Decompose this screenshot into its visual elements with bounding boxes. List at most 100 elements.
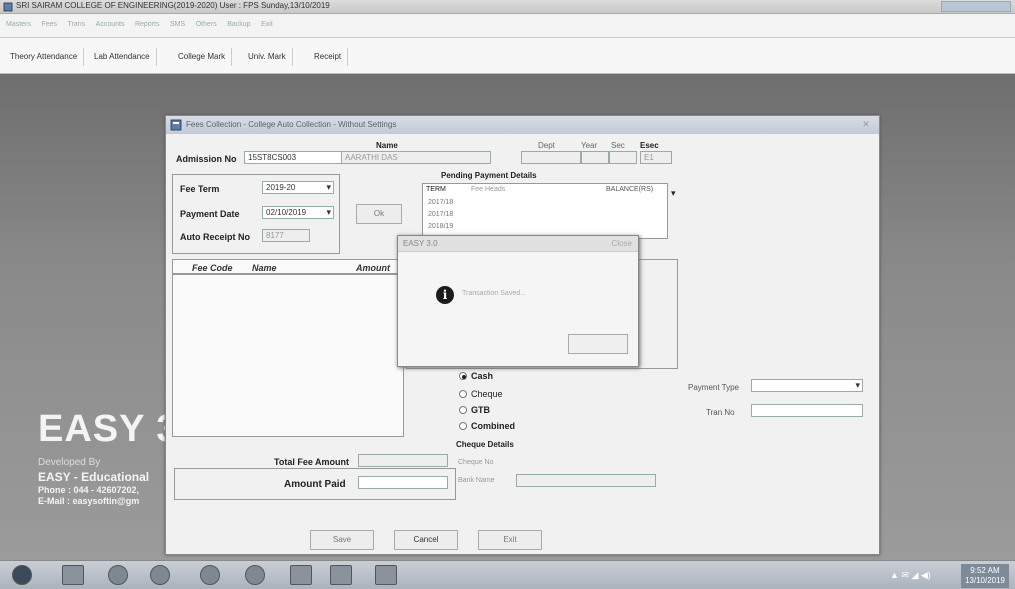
sec-field[interactable] [609,151,637,164]
dept-label: Dept [538,141,555,150]
taskbar: ▲ ✉ ◢ ◀) 9:52 AM 13/10/2019 [0,560,1015,589]
msgbox-title: EASY 3.0 [403,239,438,248]
esec-field[interactable]: E1 [640,151,672,164]
pending-header-fee-heads: Fee Heads [471,186,506,193]
paint-taskbar-icon[interactable] [330,565,352,585]
menu-bar: Masters Fees Trans Accounts Reports SMS … [0,14,1015,38]
amount-column-header[interactable]: Amount [356,263,390,273]
app-title-bar: SRI SAIRAM COLLEGE OF ENGINEERING(2019-2… [0,0,1015,14]
brand-block: EASY 3 Developed By EASY - Educational P… [38,408,178,506]
system-tray-icons[interactable]: ▲ ✉ ◢ ◀) [890,570,931,581]
save-button[interactable]: Save [310,530,374,550]
menu-fees[interactable]: Fees [41,21,57,28]
cash-radio[interactable] [459,372,467,380]
amount-paid-field[interactable] [358,476,448,489]
tran-no-label: Tran No [706,408,735,417]
calculator-taskbar-icon[interactable] [290,565,312,585]
start-button-icon[interactable] [12,565,32,585]
student-name-field[interactable]: AARATHI DAS [341,151,491,164]
auto-receipt-field[interactable]: 8177 [262,229,310,242]
ok-button[interactable]: Ok [356,204,402,224]
sec-label: Sec [611,141,625,150]
app-taskbar-icon[interactable] [375,565,397,585]
ie-taskbar-icon[interactable] [200,565,220,585]
dialog-close-icon[interactable]: ✕ [859,119,873,131]
menu-sms[interactable]: SMS [170,21,185,28]
menu-exit[interactable]: Exit [261,21,273,28]
clock-date: 13/10/2019 [964,576,1005,585]
receipt-button[interactable]: Receipt [308,48,349,66]
menu-others[interactable]: Others [196,21,217,28]
menu-trans[interactable]: Trans [68,21,86,28]
toolbar: Theory Attendance Lab Attendance College… [0,38,1015,74]
app-title: SRI SAIRAM COLLEGE OF ENGINEERING(2019-2… [16,1,330,10]
amount-paid-label: Amount Paid [284,479,346,490]
info-message-box: EASY 3.0 Close i Transaction Saved... [397,235,639,367]
cheque-radio[interactable] [459,390,467,398]
clock-time: 9:52 AM [970,566,1000,575]
dialog-title-bar: Fees Collection - College Auto Collectio… [166,116,879,134]
combined-radio[interactable] [459,422,467,430]
explorer-taskbar-icon[interactable] [62,565,84,585]
menu-masters[interactable]: Masters [6,21,31,28]
msgbox-message: Transaction Saved... [462,290,526,297]
menu-reports[interactable]: Reports [135,21,160,28]
esec-label: Esec [640,141,659,150]
chrome-2-taskbar-icon[interactable] [245,565,265,585]
pending-payment-title: Pending Payment Details [441,171,537,180]
cash-label: Cash [471,371,494,381]
pending-header-balance: BALANCE(RS) [606,186,654,193]
name-label: Name [376,141,398,150]
payment-type-select[interactable] [751,379,863,392]
total-fee-amount-label: Total Fee Amount [274,457,349,467]
fee-term-select[interactable]: 2019-20 [262,181,334,194]
admission-no-field[interactable]: 15ST8CS003 [244,151,344,164]
lab-attendance-button[interactable]: Lab Attendance [88,48,157,66]
brand-developed-by: Developed By [38,457,101,468]
name-column-header[interactable]: Name [252,263,277,273]
pending-header-term: TERM [426,186,446,193]
menu-backup[interactable]: Backup [227,21,250,28]
menu-accounts[interactable]: Accounts [96,21,125,28]
fee-grid-header-divider [172,273,404,275]
msgbox-ok-button[interactable] [568,334,628,354]
total-fee-amount-field[interactable] [358,454,448,467]
dept-field[interactable] [521,151,581,164]
window-controls[interactable] [941,1,1011,12]
payment-date-label: Payment Date [180,209,240,219]
college-mark-button[interactable]: College Mark [172,48,233,66]
media-taskbar-icon[interactable] [108,565,128,585]
exit-button[interactable]: Exit [478,530,542,550]
fee-code-column-header[interactable]: Fee Code [192,263,233,273]
cheque-details-label: Cheque Details [456,440,514,449]
cancel-button[interactable]: Cancel [394,530,458,550]
bank-name-label: Bank Name [458,477,495,484]
info-icon: i [436,286,454,304]
payment-date-picker[interactable]: 02/10/2019 [262,206,334,219]
year-field[interactable] [581,151,609,164]
tran-no-field[interactable] [751,404,863,417]
gtb-label: GTB [471,405,490,415]
bank-name-field[interactable] [516,474,656,487]
app-logo-icon [3,2,13,12]
fee-term-label: Fee Term [180,184,220,194]
taskbar-clock[interactable]: 9:52 AM 13/10/2019 [960,564,1009,588]
dialog-title: Fees Collection - College Auto Collectio… [186,120,397,129]
cheque-no-label: Cheque No [458,459,494,466]
pending-row: 2017/18 [428,199,454,206]
brand-company: EASY - Educational [38,470,150,484]
pending-row: 2018/19 [428,223,454,230]
brand-email: E-Mail : easysoftin@gm [38,496,140,506]
chrome-taskbar-icon[interactable] [150,565,170,585]
auto-receipt-label: Auto Receipt No [180,232,251,242]
theory-attendance-button[interactable]: Theory Attendance [4,48,85,66]
payment-type-label: Payment Type [688,383,739,392]
msgbox-close-button[interactable]: Close [612,239,632,248]
univ-mark-button[interactable]: Univ. Mark [242,48,293,66]
pending-scroll-icon[interactable]: ▾ [671,188,676,199]
fee-grid [172,259,404,437]
cheque-label: Cheque [471,389,503,399]
brand-name: EASY 3 [38,408,179,450]
gtb-radio[interactable] [459,406,467,414]
admission-no-label: Admission No [176,154,237,164]
